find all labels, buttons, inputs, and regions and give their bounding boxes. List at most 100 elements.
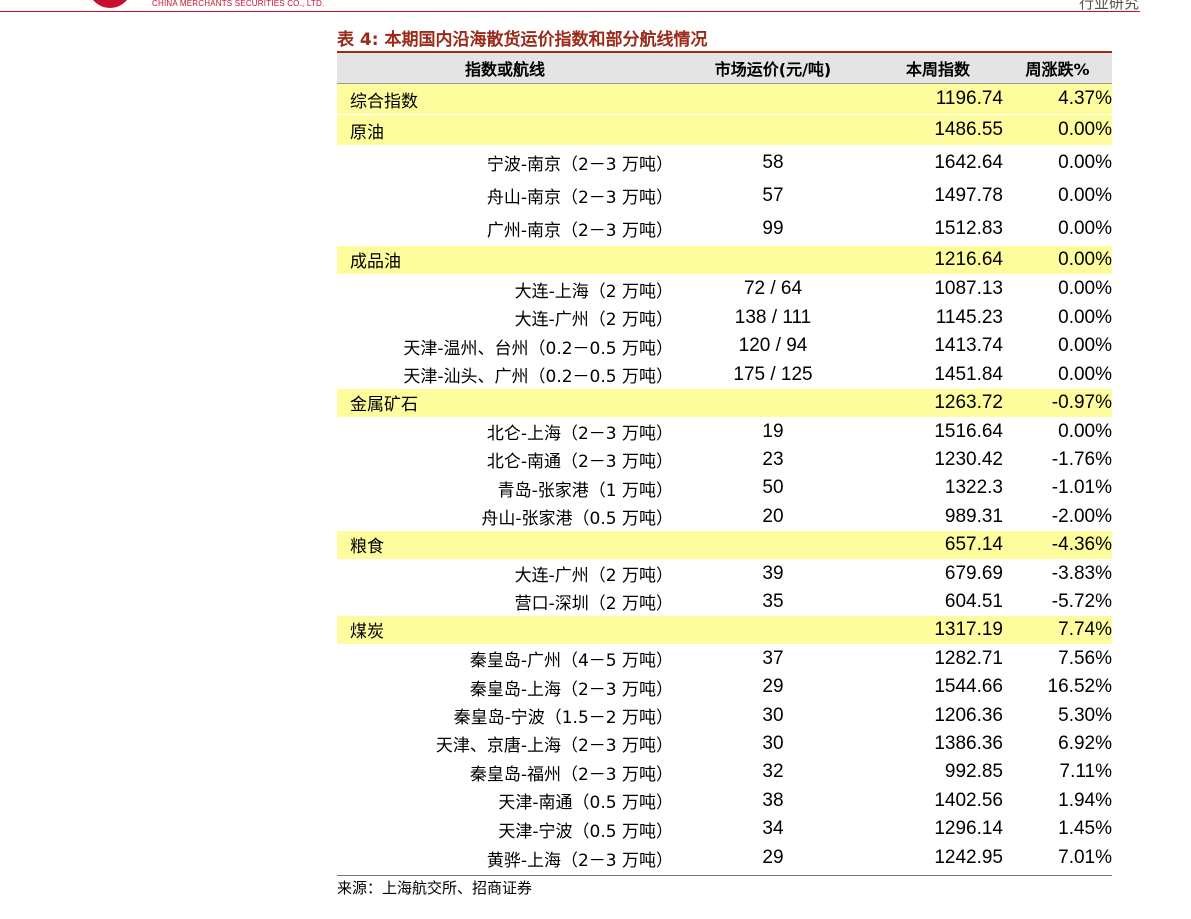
table-body: 综合指数 1196.74 4.37% 原油 1486.55 0.00% 宁波-南京（2－3 … <box>337 83 1112 873</box>
market-price-cell <box>673 388 873 418</box>
weekly-change-cell: 0.00% <box>1058 335 1112 356</box>
market-price-cell: 175 / 125 <box>733 363 813 385</box>
route-row: 营口-深圳（2 万吨） 35 604.51 -5.72% <box>337 588 1112 616</box>
route-name-cell: 原油 <box>337 114 673 146</box>
market-price-cell: 38 <box>762 789 784 811</box>
route-row: 大连-广州（2 万吨） 39 679.69 -3.83% <box>337 559 1112 588</box>
weekly-index-cell: 1486.55 <box>873 114 1003 146</box>
weekly-change-cell: 0.00% <box>1058 363 1112 385</box>
weekly-index-cell: 1263.72 <box>873 388 1003 418</box>
weekly-index-cell: 679.69 <box>873 559 1003 588</box>
weekly-index-cell: 1322.3 <box>944 477 1003 498</box>
market-price-cell: 72 / 64 <box>673 274 873 304</box>
market-price-cell: 20 <box>762 505 784 527</box>
freight-index-table: 指数或航线 市场运价(元/吨) 本周指数 周涨跌% 综合指数 1196.74 4.3… <box>337 53 1112 873</box>
market-price-cell <box>673 530 873 560</box>
weekly-index-cell: 1413.74 <box>934 335 1003 356</box>
table-bottom-divider <box>337 875 1112 876</box>
weekly-index-cell: 604.51 <box>944 590 1003 612</box>
weekly-change-cell: 0.00% <box>1003 114 1112 146</box>
weekly-change-cell: 1.94% <box>1058 789 1112 811</box>
weekly-change-cell: -1.76% <box>1051 448 1112 470</box>
route-row: 舟山-南京（2－3 万吨） 57 1497.78 0.00% <box>337 180 1112 212</box>
weekly-change-cell: 0.00% <box>1003 145 1112 180</box>
route-name-cell: 天津-南通（0.5 万吨） <box>498 793 673 813</box>
route-name-cell: 广州-南京（2－3 万吨） <box>486 221 673 241</box>
market-price-cell <box>673 245 873 275</box>
route-row: 北仑-上海（2－3 万吨） 19 1516.64 0.00% <box>337 417 1112 446</box>
brand-text: CHINA MERCHANTS SECURITIES CO., LTD. <box>152 0 325 8</box>
weekly-index-cell: 1516.64 <box>873 417 1003 446</box>
market-price-cell: 120 / 94 <box>738 335 808 356</box>
market-price-cell: 30 <box>762 732 784 754</box>
route-name-cell: 天津-温州、台州（0.2－0.5 万吨） <box>403 338 673 359</box>
category-row: 综合指数 1196.74 4.37% <box>337 83 1112 115</box>
weekly-index-cell: 1145.23 <box>935 306 1003 328</box>
column-header-index: 本周指数 <box>873 53 1003 84</box>
route-name-cell: 舟山-张家港（0.5 万吨） <box>481 509 673 529</box>
route-row: 秦皇岛-宁波（1.5－2 万吨） 30 1206.36 5.30% <box>337 702 1112 730</box>
category-row: 煤炭 1317.19 7.74% <box>337 615 1112 645</box>
route-row: 舟山-张家港（0.5 万吨） 20 989.31 -2.00% <box>337 503 1112 531</box>
route-name-cell: 粮食 <box>337 530 673 560</box>
market-price-cell <box>673 114 873 146</box>
market-price-cell: 57 <box>762 184 784 206</box>
weekly-change-cell: -2.00% <box>1051 505 1112 527</box>
column-header-route: 指数或航线 <box>337 53 673 84</box>
route-row: 广州-南京（2－3 万吨） 99 1512.83 0.00% <box>337 212 1112 246</box>
route-name-cell: 秦皇岛-上海（2－3 万吨） <box>469 679 673 700</box>
route-row: 大连-上海（2 万吨） 72 / 64 1087.13 0.00% <box>337 274 1112 304</box>
route-name-cell: 大连-广州（2 万吨） <box>514 310 673 330</box>
source-note: 来源：上海航交所、招商证券 <box>337 879 533 897</box>
weekly-change-cell: 7.56% <box>1003 644 1112 673</box>
route-name-cell: 宁波-南京（2－3 万吨） <box>337 145 673 180</box>
weekly-change-cell: 16.52% <box>1047 676 1112 697</box>
weekly-index-cell: 1296.14 <box>934 818 1003 839</box>
weekly-index-cell: 1512.83 <box>934 217 1003 239</box>
route-row: 秦皇岛-福州（2－3 万吨） 32 992.85 7.11% <box>337 758 1112 787</box>
weekly-change-cell: 6.92% <box>1058 732 1112 754</box>
weekly-change-cell: 0.00% <box>1003 417 1112 446</box>
category-row: 原油 1486.55 0.00% <box>337 114 1112 146</box>
route-row: 大连-广州（2 万吨） 138 / 111 1145.23 0.00% <box>337 304 1112 332</box>
route-name-cell: 天津、京唐-上海（2－3 万吨） <box>435 736 673 756</box>
weekly-change-cell: -4.36% <box>1003 530 1112 560</box>
route-row: 宁波-南京（2－3 万吨） 58 1642.64 0.00% <box>337 145 1112 180</box>
weekly-index-cell: 1242.95 <box>934 847 1003 868</box>
route-row: 秦皇岛-上海（2－3 万吨） 29 1544.66 16.52% <box>337 673 1112 702</box>
weekly-change-cell: 0.00% <box>1058 217 1112 239</box>
weekly-change-cell: 5.30% <box>1058 704 1112 726</box>
route-name-cell: 北仑-上海（2－3 万吨） <box>337 417 673 446</box>
weekly-index-cell: 657.14 <box>873 530 1003 560</box>
column-header-change: 周涨跌% <box>1003 53 1112 84</box>
weekly-change-cell: 1.45% <box>1058 818 1112 839</box>
market-price-cell: 37 <box>673 644 873 673</box>
route-row: 天津-汕头、广州（0.2－0.5 万吨） 175 / 125 1451.84 0.00… <box>337 361 1112 389</box>
route-name-cell: 黄骅-上海（2－3 万吨） <box>486 850 673 871</box>
route-name-cell: 青岛-张家港（1 万吨） <box>497 480 673 501</box>
category-row: 成品油 1216.64 0.00% <box>337 245 1112 275</box>
weekly-index-cell: 1402.56 <box>934 789 1003 811</box>
column-header-price: 市场运价(元/吨) <box>673 53 873 84</box>
route-name-cell: 营口-深圳（2 万吨） <box>514 594 673 614</box>
weekly-change-cell: 0.00% <box>1058 306 1112 328</box>
market-price-cell: 23 <box>762 448 784 470</box>
market-price-cell: 29 <box>762 676 784 697</box>
weekly-change-cell: -0.97% <box>1003 388 1112 418</box>
weekly-index-cell: 992.85 <box>944 761 1003 782</box>
company-logo <box>88 0 132 8</box>
market-price-cell: 32 <box>762 761 784 782</box>
weekly-index-cell: 1544.66 <box>934 676 1003 697</box>
route-name-cell: 大连-上海（2 万吨） <box>337 274 673 304</box>
route-row: 天津-温州、台州（0.2－0.5 万吨） 120 / 94 1413.74 0.00% <box>337 332 1112 361</box>
route-row: 北仑-南通（2－3 万吨） 23 1230.42 -1.76% <box>337 446 1112 474</box>
route-name-cell: 天津-宁波（0.5 万吨） <box>498 821 673 842</box>
weekly-change-cell: 7.01% <box>1058 847 1112 868</box>
market-price-cell <box>673 83 873 115</box>
weekly-index-cell: 1087.13 <box>873 274 1003 304</box>
weekly-index-cell: 1451.84 <box>934 363 1003 385</box>
market-price-cell: 58 <box>673 145 873 180</box>
route-name-cell: 舟山-南京（2－3 万吨） <box>486 188 673 208</box>
market-price-cell: 34 <box>762 818 784 839</box>
market-price-cell: 138 / 111 <box>734 306 812 328</box>
